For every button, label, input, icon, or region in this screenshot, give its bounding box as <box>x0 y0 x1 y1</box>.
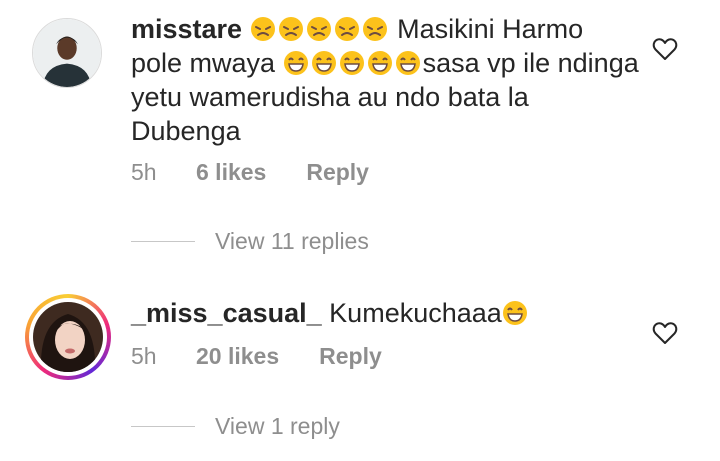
divider-line <box>131 426 195 427</box>
sad-face-emoji <box>278 17 303 41</box>
laughing-emoji <box>339 51 364 75</box>
comment-meta: 5h 6 likes Reply <box>131 159 369 186</box>
sad-face-emoji <box>250 17 275 41</box>
view-replies-button[interactable]: View 11 replies <box>131 228 369 255</box>
comment-time: 5h <box>131 343 157 369</box>
likes-count[interactable]: 20 likes <box>196 343 279 370</box>
comment-meta: 5h 20 likes Reply <box>131 343 382 370</box>
sad-face-emoji <box>306 17 331 41</box>
heart-icon[interactable] <box>652 321 678 345</box>
avatar[interactable] <box>32 18 102 88</box>
comment-text: misstare Masikini Harmo pole mwaya sasa … <box>131 12 641 148</box>
laughing-emoji <box>367 51 392 75</box>
sad-face-emoji-group <box>250 14 398 44</box>
comment-text-part: Kumekuchaaa <box>329 298 502 328</box>
username[interactable]: misstare <box>131 14 242 44</box>
view-replies-label: View 11 replies <box>215 228 369 254</box>
username[interactable]: _miss_casual_ <box>131 298 322 328</box>
comment-text: _miss_casual_ Kumekuchaaa <box>131 296 641 330</box>
avatar[interactable] <box>25 294 111 380</box>
avatar-inner <box>29 298 107 376</box>
avatar-photo <box>33 302 103 372</box>
view-replies-button[interactable]: View 1 reply <box>131 413 340 440</box>
divider-line <box>131 241 195 242</box>
laughing-emoji-group <box>283 48 423 78</box>
sad-face-emoji <box>334 17 359 41</box>
laughing-emoji <box>283 51 308 75</box>
sad-face-emoji <box>362 17 387 41</box>
comment-time: 5h <box>131 159 157 185</box>
reply-button[interactable]: Reply <box>306 159 369 186</box>
heart-icon[interactable] <box>652 37 678 61</box>
avatar-photo <box>33 19 101 87</box>
view-replies-label: View 1 reply <box>215 413 340 439</box>
laughing-emoji <box>311 51 336 75</box>
laughing-emoji <box>502 301 527 325</box>
laughing-emoji <box>395 51 420 75</box>
reply-button[interactable]: Reply <box>319 343 382 370</box>
likes-count[interactable]: 6 likes <box>196 159 266 186</box>
